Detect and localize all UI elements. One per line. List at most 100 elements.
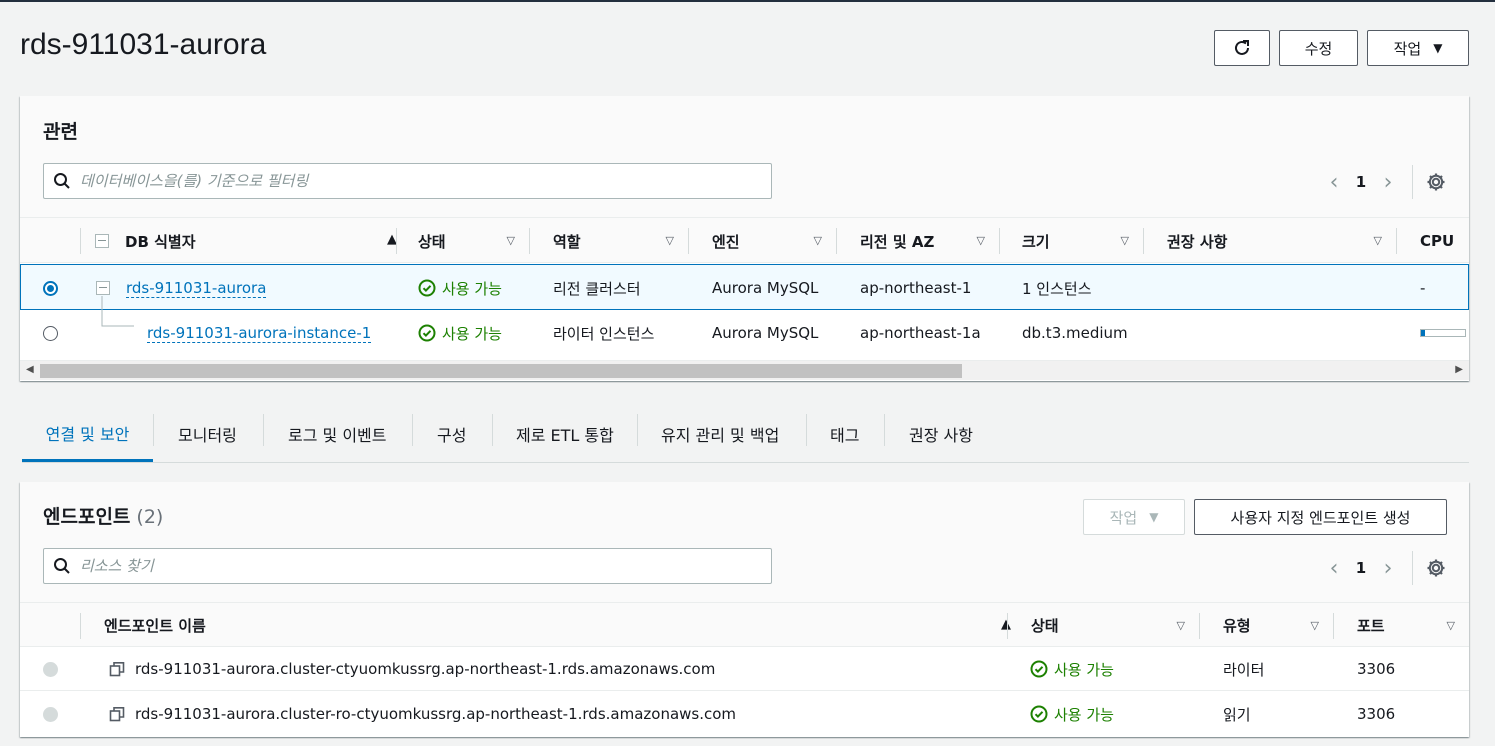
resource-search-input[interactable] (80, 557, 771, 575)
tab-recommendations[interactable]: 권장 사항 (909, 406, 973, 462)
scrollbar-thumb[interactable] (40, 364, 962, 378)
page-number[interactable]: 1 (1348, 559, 1374, 577)
row-radio[interactable] (43, 280, 58, 296)
scroll-right-icon[interactable]: ▶ (1455, 364, 1463, 375)
database-filter-search[interactable] (43, 163, 772, 199)
refresh-icon (1235, 40, 1249, 55)
copy-icon[interactable] (109, 661, 125, 677)
column-divider (1333, 613, 1334, 639)
page-title: rds-911031-aurora (20, 28, 267, 61)
actions-button[interactable]: 작업 ▼ (1367, 30, 1469, 66)
cpu-utilization-bar (1420, 329, 1466, 337)
database-filter-input[interactable] (80, 172, 771, 190)
db-identifier-link[interactable]: rds-911031-aurora-instance-1 (147, 324, 372, 343)
next-page-icon[interactable]: › (1374, 554, 1402, 582)
check-circle-icon (418, 279, 436, 297)
column-recommendations[interactable]: 권장 사항 ▽ (1167, 218, 1396, 264)
resource-search[interactable] (43, 548, 772, 584)
column-status[interactable]: 상태 ▽ (418, 218, 529, 264)
row-radio[interactable] (43, 706, 58, 722)
type-cell: 읽기 (1223, 705, 1251, 724)
column-label: 역할 (553, 232, 581, 251)
page-number[interactable]: 1 (1348, 173, 1374, 191)
related-table-header: DB 식별자 ▲ 상태 ▽ 역할 ▽ 엔진 ▽ 리전 및 AZ ▽ 크기 ▽ 권… (20, 217, 1469, 263)
column-endpoint-name[interactable]: 엔드포인트 이름 ▲ (104, 603, 1011, 648)
row-select-cell (43, 310, 58, 356)
sort-icon[interactable]: ▽ (814, 234, 822, 247)
next-page-icon[interactable]: › (1374, 168, 1402, 196)
sort-icon[interactable]: ▽ (1447, 619, 1455, 632)
cpu-cell (1420, 310, 1466, 356)
sort-icon[interactable]: ▽ (507, 234, 515, 247)
collapse-all-icon[interactable] (95, 234, 109, 248)
search-icon (54, 558, 70, 574)
row-radio[interactable] (43, 325, 58, 341)
sort-icon[interactable]: ▽ (1121, 234, 1129, 247)
column-db-identifier[interactable]: DB 식별자 ▲ (95, 218, 397, 264)
column-divider (529, 228, 530, 254)
tab-monitoring[interactable]: 모니터링 (178, 406, 237, 462)
collapse-row-icon[interactable] (96, 281, 110, 295)
sort-icon[interactable]: ▽ (666, 234, 674, 247)
detail-tabs: 연결 및 보안 모니터링 로그 및 이벤트 구성 제로 ETL 통합 유지 관리… (22, 406, 1469, 463)
scroll-left-icon[interactable]: ◀ (26, 364, 34, 375)
db-identifier-link[interactable]: rds-911031-aurora (126, 279, 267, 298)
tab-maintenance-backup[interactable]: 유지 관리 및 백업 (661, 406, 779, 462)
tab-tags[interactable]: 태그 (830, 406, 859, 462)
column-label: 상태 (418, 232, 446, 251)
endpoint-actions-button[interactable]: 작업 ▼ (1083, 499, 1185, 535)
related-header: 관련 ‹ 1 › (20, 96, 1469, 217)
endpoints-count: (2) (136, 506, 164, 528)
endpoint-name-cell: rds-911031-aurora.cluster-ro-ctyuomkussr… (109, 692, 736, 736)
column-label: 권장 사항 (1167, 232, 1228, 251)
size-cell: 1 인스턴스 (1022, 279, 1092, 298)
sort-icon[interactable]: ▽ (1374, 234, 1382, 247)
sort-ascending-icon[interactable]: ▲ (1001, 617, 1011, 632)
column-label: 상태 (1031, 617, 1059, 635)
column-role[interactable]: 역할 ▽ (553, 218, 688, 264)
column-label: 유형 (1223, 617, 1251, 635)
db-identifier-cell: rds-911031-aurora-instance-1 (147, 310, 372, 356)
column-divider (396, 228, 397, 254)
tab-configuration[interactable]: 구성 (437, 406, 466, 462)
tab-zero-etl[interactable]: 제로 ETL 통합 (516, 406, 614, 462)
prev-page-icon[interactable]: ‹ (1320, 554, 1348, 582)
column-cpu[interactable]: CPU (1420, 218, 1469, 264)
column-port[interactable]: 포트 ▽ (1357, 603, 1469, 648)
create-custom-endpoint-button[interactable]: 사용자 지정 엔드포인트 생성 (1194, 499, 1447, 535)
refresh-button[interactable] (1214, 30, 1270, 66)
column-engine[interactable]: 엔진 ▽ (712, 218, 836, 264)
column-region-az[interactable]: 리전 및 AZ ▽ (860, 218, 999, 264)
gear-icon[interactable] (1425, 171, 1447, 193)
sort-icon[interactable]: ▽ (977, 234, 985, 247)
row-radio[interactable] (43, 661, 58, 677)
tab-divider (412, 414, 413, 446)
table-row[interactable]: rds-911031-aurora 사용 가능 리전 클러스터 Aurora M… (20, 264, 1469, 310)
endpoints-table-header: 엔드포인트 이름 ▲ 상태 ▽ 유형 ▽ 포트 ▽ (20, 602, 1469, 647)
table-row[interactable]: rds-911031-aurora.cluster-ro-ctyuomkussr… (20, 692, 1469, 736)
copy-icon[interactable] (109, 706, 125, 722)
column-type[interactable]: 유형 ▽ (1223, 603, 1333, 648)
prev-page-icon[interactable]: ‹ (1320, 168, 1348, 196)
table-row[interactable]: rds-911031-aurora-instance-1 사용 가능 라이터 인… (20, 310, 1469, 356)
sort-icon[interactable]: ▽ (1311, 619, 1319, 632)
column-size[interactable]: 크기 ▽ (1022, 218, 1143, 264)
engine-cell: Aurora MySQL (712, 279, 819, 297)
engine-cell: Aurora MySQL (712, 324, 819, 342)
related-title: 관련 (43, 121, 78, 143)
horizontal-scrollbar[interactable]: ◀ ▶ (20, 360, 1469, 380)
table-row[interactable]: rds-911031-aurora.cluster-ctyuomkussrg.a… (20, 647, 1469, 691)
gear-icon[interactable] (1425, 557, 1447, 579)
tab-logs-events[interactable]: 로그 및 이벤트 (288, 406, 387, 462)
column-status[interactable]: 상태 ▽ (1031, 603, 1199, 648)
column-divider (1007, 613, 1008, 639)
edit-button[interactable]: 수정 (1279, 30, 1358, 66)
sort-icon[interactable]: ▽ (1177, 619, 1185, 632)
tab-divider (884, 414, 885, 446)
status-text: 사용 가능 (442, 279, 502, 298)
row-select-cell (43, 265, 58, 311)
tab-connectivity-security[interactable]: 연결 및 보안 (22, 406, 153, 462)
pager-separator (1412, 551, 1413, 585)
role-cell: 리전 클러스터 (553, 279, 641, 298)
endpoint-name: rds-911031-aurora.cluster-ro-ctyuomkussr… (135, 705, 737, 723)
